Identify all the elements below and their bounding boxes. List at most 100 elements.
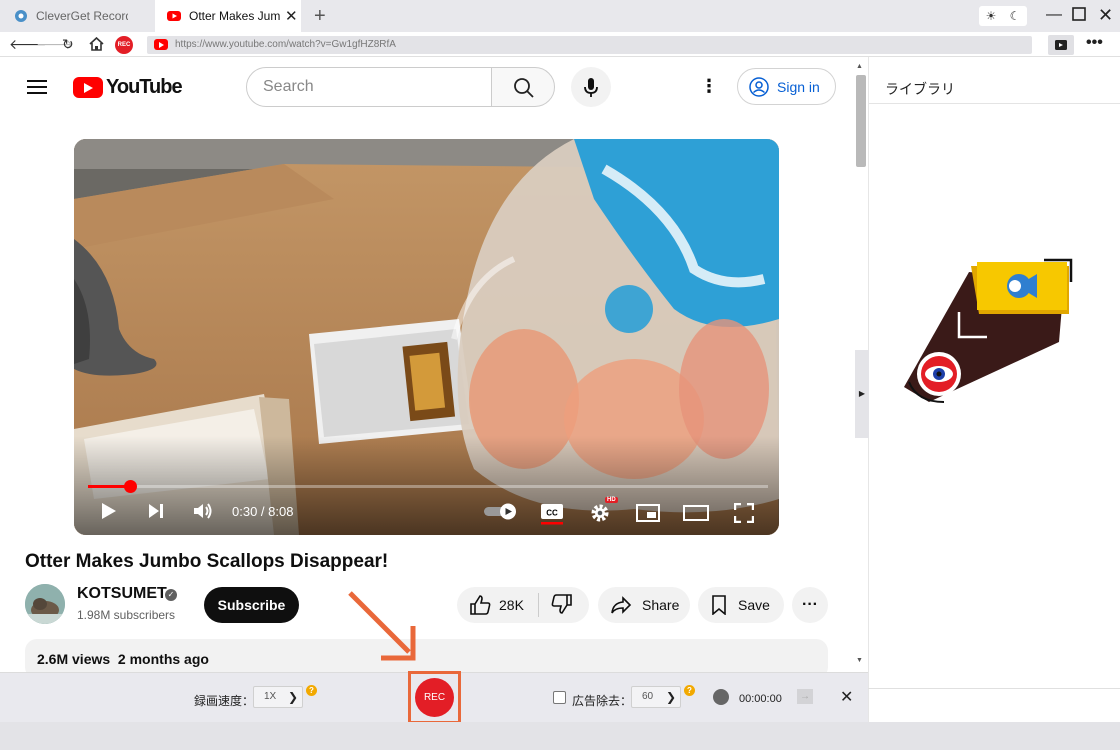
browser-tab-bar: CleverGet Recorder Otter Makes Jumbo Sca…	[0, 0, 1120, 32]
chevron-down-icon: ❯	[665, 690, 676, 704]
tab-label: CleverGet Recorder	[36, 9, 128, 23]
cleverget-icon	[14, 9, 28, 23]
verified-check-icon: ✓	[165, 589, 177, 601]
progress-scrubber-handle[interactable]	[123, 480, 137, 493]
library-title: ライブラリ	[885, 81, 955, 97]
theater-mode-icon[interactable]	[683, 505, 709, 526]
record-speed-label: 録画速度：	[194, 694, 255, 708]
avatar[interactable]	[25, 584, 65, 624]
empty-library-illustration	[904, 258, 1073, 403]
video-player[interactable]: 0:30 / 8:08 CC HD	[74, 139, 779, 535]
views-and-date: 2.6M views 2 months ago	[37, 651, 209, 667]
chevron-down-icon: ❯	[287, 690, 298, 704]
thumbs-down-icon	[551, 593, 572, 614]
search-button[interactable]	[491, 67, 555, 107]
ad-removal-label: 広告除去：	[572, 694, 633, 708]
dislike-button[interactable]	[551, 593, 573, 617]
closed-captions-icon[interactable]: CC	[540, 501, 564, 530]
rec-shortcut-button[interactable]: REC	[115, 36, 133, 54]
sidebar-bottom-divider	[868, 688, 1120, 689]
download-library-button[interactable]	[1048, 35, 1074, 55]
rec-button[interactable]: REC	[415, 678, 454, 717]
record-speed-value: 1X	[264, 691, 277, 702]
volume-icon[interactable]	[192, 501, 214, 526]
browser-menu-icon[interactable]: •••	[1086, 34, 1103, 52]
channel-name[interactable]: KOTSUMET	[77, 585, 167, 603]
ad-removal-select[interactable]: 60 ❯	[631, 686, 681, 708]
recorder-toolbar: 録画速度： 1X ❯ ? REC 広告除去： 60 ❯ ? 00:00:00 →…	[0, 671, 868, 724]
collapse-sidebar-handle[interactable]: ▶	[855, 350, 869, 438]
moon-icon: ☾	[1009, 9, 1021, 23]
hd-badge: HD	[605, 497, 618, 503]
close-toolbar-icon[interactable]: ✕	[840, 687, 853, 707]
youtube-logo[interactable]: YouTube	[73, 76, 183, 99]
thumbs-up-icon	[470, 595, 491, 615]
voice-search-button[interactable]	[571, 67, 611, 107]
save-label: Save	[738, 597, 770, 613]
scroll-down-icon[interactable]: ▼	[856, 657, 863, 664]
video-frame-image	[74, 139, 779, 535]
timer-icon[interactable]	[713, 689, 729, 705]
sun-icon: ☀	[985, 9, 997, 23]
maximize-icon[interactable]	[1072, 7, 1086, 26]
description-box[interactable]: 2.6M views 2 months ago	[25, 639, 828, 672]
save-button[interactable]: Save	[698, 587, 784, 623]
scrollbar-thumb[interactable]	[856, 75, 866, 167]
youtube-play-logo-icon	[73, 77, 103, 98]
tab-label: Otter Makes Jumbo Scallops Disappear!	[189, 9, 281, 23]
close-tab-icon[interactable]: ✕	[285, 7, 298, 25]
bottom-status-strip	[0, 722, 1120, 750]
scroll-up-icon[interactable]: ▲	[856, 63, 863, 70]
sign-in-label: Sign in	[777, 78, 820, 95]
youtube-favicon-icon	[167, 9, 181, 23]
settings-gear-icon[interactable]: HD	[589, 497, 618, 528]
record-speed-select[interactable]: 1X ❯	[253, 686, 303, 708]
ad-removal-value: 60	[642, 691, 654, 702]
subscribe-button[interactable]: Subscribe	[204, 587, 299, 623]
like-button[interactable]: 28K	[469, 595, 524, 615]
play-icon[interactable]	[98, 501, 118, 526]
ad-removal-checkbox[interactable]	[553, 691, 566, 704]
new-tab-button[interactable]: +	[314, 5, 326, 28]
subscriber-count: 1.98M subscribers	[77, 608, 176, 622]
theme-toggle[interactable]: ☀ ☾	[979, 6, 1027, 26]
library-divider	[869, 103, 1120, 104]
fullscreen-icon[interactable]	[733, 502, 755, 528]
tab-cleverget-recorder[interactable]: CleverGet Recorder	[0, 0, 153, 32]
video-title: Otter Makes Jumbo Scallops Disappear!	[25, 551, 389, 572]
window-close-icon[interactable]: ✕	[1098, 5, 1113, 26]
share-button[interactable]: Share	[598, 587, 690, 623]
help-icon[interactable]: ?	[684, 685, 695, 696]
like-dislike-group: 28K	[457, 587, 589, 623]
sign-in-button[interactable]: Sign in	[737, 68, 836, 105]
tab-youtube-video[interactable]: Otter Makes Jumbo Scallops Disappear! ✕	[155, 0, 301, 32]
account-icon	[749, 76, 769, 97]
timer-value: 00:00:00	[739, 693, 782, 705]
youtube-url-icon	[154, 39, 168, 50]
share-icon	[611, 596, 632, 614]
export-arrow-icon[interactable]: →	[797, 689, 813, 704]
next-video-icon[interactable]	[146, 502, 166, 525]
library-sidebar: ライブラリ	[868, 57, 1120, 722]
time-display: 0:30 / 8:08	[232, 504, 294, 519]
more-options-icon[interactable]: ⋮	[700, 74, 718, 98]
more-actions-icon[interactable]: ···	[792, 587, 828, 623]
webpage-viewport: YouTube Search ⋮ Sign in 0:30 / 8:08 CC …	[0, 57, 853, 672]
url-field[interactable]: https://www.youtube.com/watch?v=Gw1gfHZ8…	[147, 36, 1032, 54]
like-divider	[537, 593, 539, 617]
home-icon[interactable]	[89, 36, 104, 54]
bookmark-icon	[712, 595, 726, 615]
search-input[interactable]: Search	[246, 67, 492, 107]
reload-icon[interactable]: ↻	[62, 36, 74, 53]
like-count: 28K	[499, 597, 524, 613]
hamburger-menu-icon[interactable]	[27, 80, 47, 94]
share-label: Share	[642, 597, 680, 613]
rec-highlight-frame: REC	[408, 671, 461, 724]
video-progress-bar[interactable]	[88, 480, 768, 493]
miniplayer-icon[interactable]	[636, 504, 660, 527]
autoplay-toggle[interactable]	[484, 502, 520, 525]
minimize-icon[interactable]: —	[1046, 6, 1062, 24]
search-icon	[514, 78, 534, 98]
microphone-icon	[584, 78, 598, 97]
help-icon[interactable]: ?	[306, 685, 317, 696]
